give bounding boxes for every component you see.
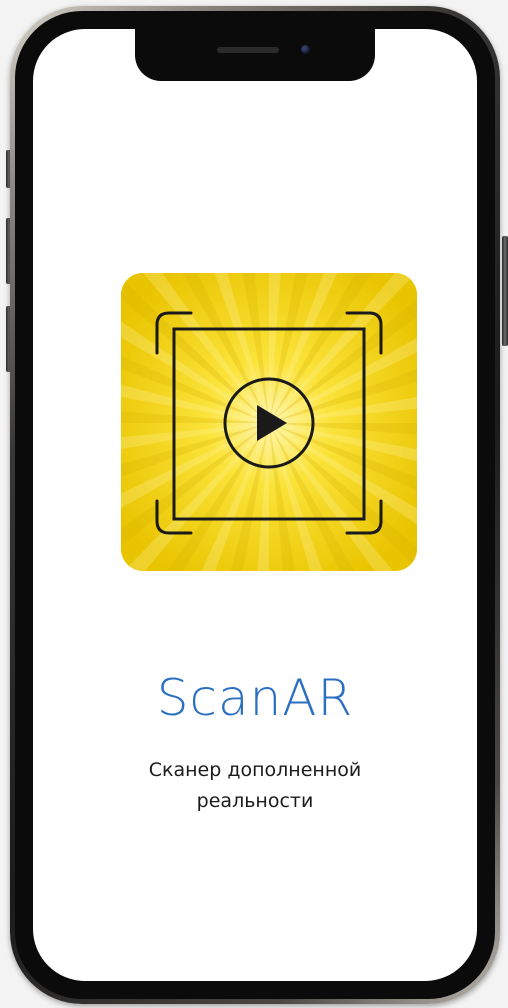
app-title: ScanAR (156, 669, 354, 727)
front-camera (301, 45, 310, 54)
ar-scan-play-icon (121, 273, 417, 571)
app-tagline: Сканер дополненной реальности (148, 759, 362, 812)
phone-frame: ScanAR Сканер дополненной реальности (10, 6, 500, 1004)
splash-screen: ScanAR Сканер дополненной реальности (33, 29, 477, 981)
speaker-grille (217, 47, 279, 53)
notch (135, 29, 375, 81)
device-mockup: ScanAR Сканер дополненной реальности (0, 0, 508, 1008)
phone-bezel: ScanAR Сканер дополненной реальности (15, 11, 495, 999)
power-button (502, 236, 508, 346)
